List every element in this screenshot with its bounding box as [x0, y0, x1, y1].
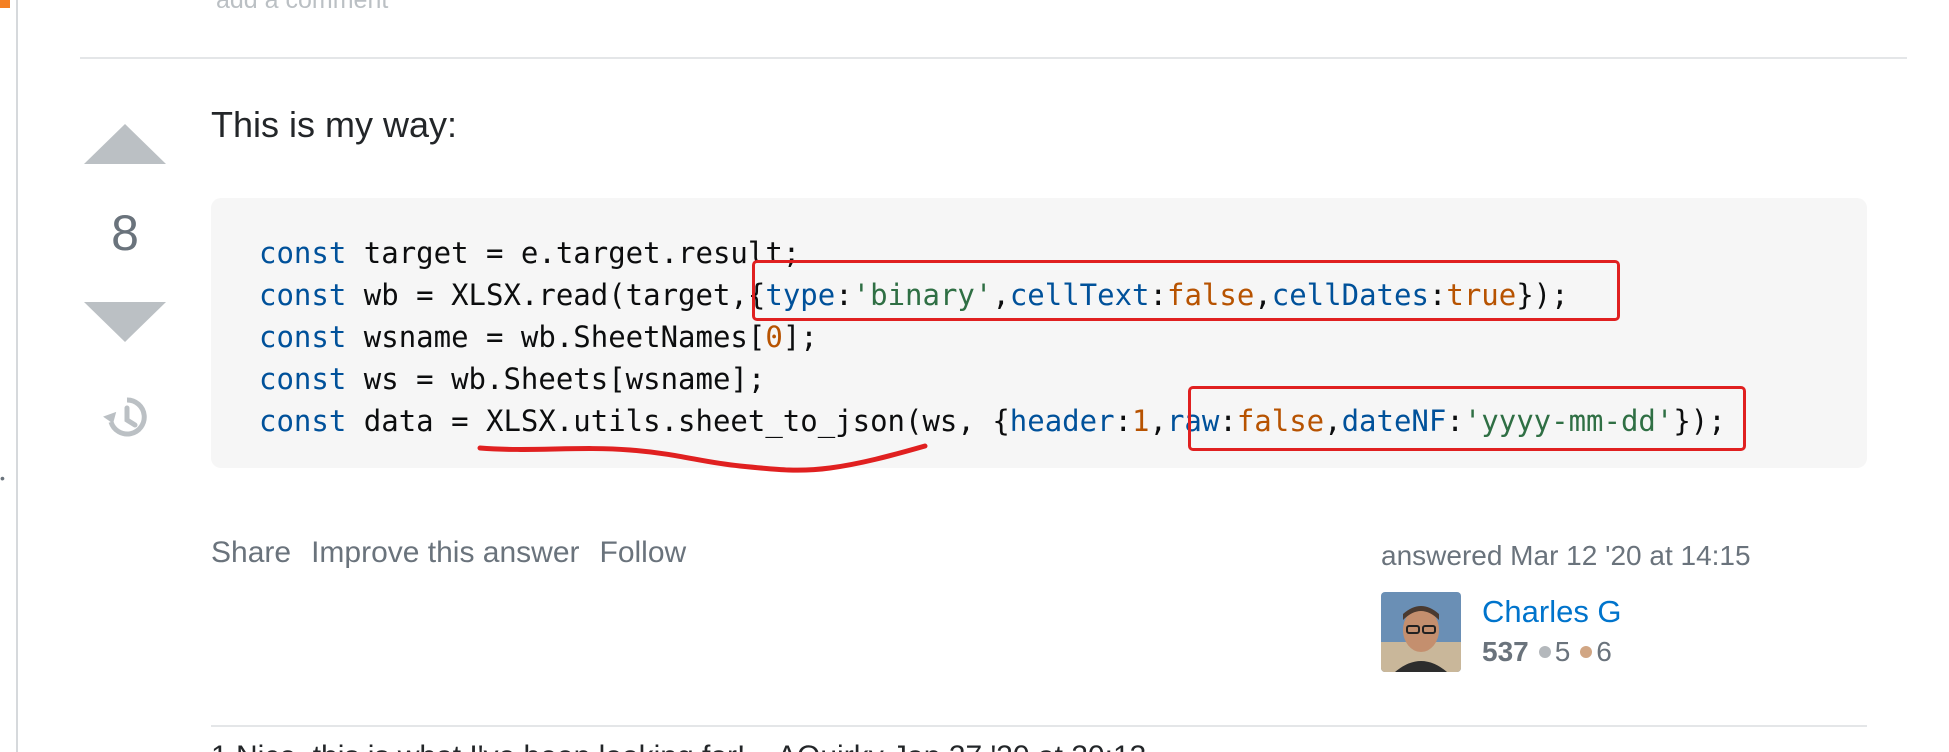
share-link[interactable]: Share	[211, 536, 291, 570]
bronze-badges: 6	[1580, 636, 1612, 668]
hand-drawn-underline	[477, 443, 928, 473]
upvote-arrow-icon[interactable]	[84, 124, 166, 164]
code-line: const ws = wb.Sheets[wsname];	[259, 358, 765, 400]
bronze-badge-count: 6	[1596, 636, 1612, 667]
code-line: const target = e.target.result;	[259, 232, 800, 274]
code-token: 1	[1132, 404, 1150, 438]
downvote-arrow-icon[interactable]	[84, 302, 166, 342]
highlight-box-read-options	[752, 260, 1620, 321]
answered-timestamp[interactable]: answered Mar 12 '20 at 14:15	[1381, 540, 1801, 572]
code-line: const wsname = wb.SheetNames[0];	[259, 316, 818, 358]
code-token: target = e.target.result;	[346, 236, 801, 270]
reputation-score: 537	[1482, 636, 1529, 667]
code-token: const	[259, 278, 347, 312]
history-icon[interactable]	[100, 392, 150, 442]
divider	[80, 57, 1907, 59]
silver-badge-icon	[1538, 646, 1551, 658]
sidebar-glyph: •	[0, 470, 5, 486]
silver-badge-count: 5	[1554, 636, 1571, 667]
post-menu: Share Improve this answer Follow	[211, 536, 686, 570]
highlight-box-json-options	[1188, 386, 1746, 451]
code-token: 0	[765, 320, 783, 354]
answer-page: • add a comment 8 This is my way: const …	[0, 0, 1949, 752]
add-comment-link[interactable]: add a comment	[216, 0, 388, 15]
user-name-link[interactable]: Charles G	[1482, 594, 1622, 630]
code-token: const	[259, 320, 347, 354]
vote-count: 8	[111, 205, 139, 261]
user-stats: 537 5 6	[1482, 636, 1612, 668]
code-token: ws = wb.Sheets[wsname];	[346, 362, 766, 396]
code-token: :	[1114, 404, 1133, 438]
code-token: const	[259, 404, 347, 438]
code-token: header	[1009, 404, 1115, 438]
answer-intro: This is my way:	[211, 104, 458, 145]
follow-link[interactable]: Follow	[600, 536, 687, 570]
code-token: ];	[782, 320, 818, 354]
comment-divider	[211, 725, 1867, 727]
user-card: answered Mar 12 '20 at 14:15 Charles G 5…	[1381, 540, 1801, 672]
left-border	[16, 0, 18, 752]
silver-badges: 5	[1538, 636, 1571, 668]
code-token: const	[259, 236, 347, 270]
comment-text: 1 Nice, this is what I've been looking f…	[211, 740, 1146, 752]
improve-answer-link[interactable]: Improve this answer	[311, 536, 579, 570]
accent-marker	[0, 0, 10, 8]
code-token: wb = XLSX.read(target,	[346, 278, 748, 312]
avatar[interactable]	[1381, 592, 1461, 672]
code-token: ,	[1149, 404, 1167, 438]
code-token: const	[259, 362, 347, 396]
bronze-badge-icon	[1580, 646, 1593, 658]
code-token: wsname = wb.SheetNames[	[346, 320, 766, 354]
